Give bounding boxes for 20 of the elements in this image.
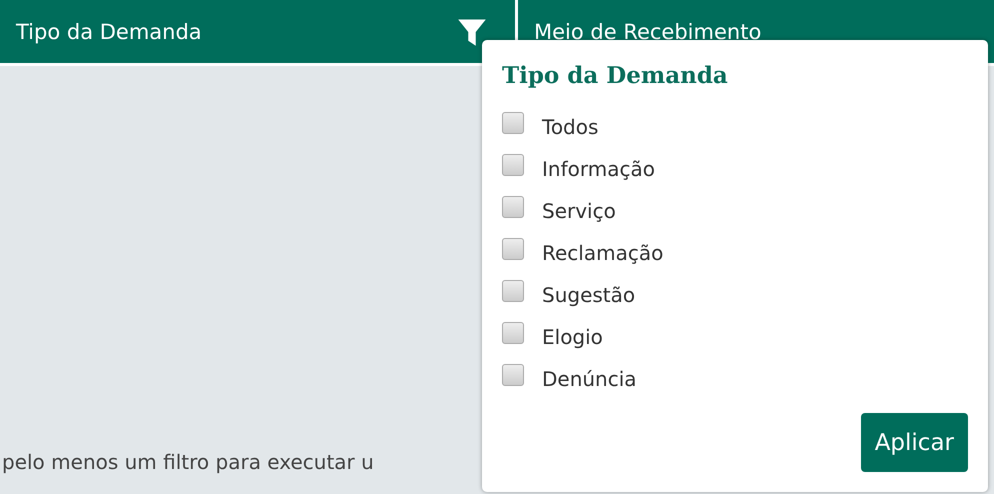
option-label: Serviço xyxy=(542,198,616,222)
checkbox[interactable] xyxy=(502,196,524,218)
checkbox[interactable] xyxy=(502,280,524,302)
column-header: Meio de Recebimento xyxy=(534,20,762,44)
popup-title: Tipo da Demanda xyxy=(502,62,729,89)
filter-icon[interactable] xyxy=(457,16,487,46)
option-label: Sugestão xyxy=(542,282,636,306)
option-label: Elogio xyxy=(542,324,603,348)
checkbox[interactable] xyxy=(502,364,524,386)
checkbox[interactable] xyxy=(502,112,524,134)
checkbox[interactable] xyxy=(502,154,524,176)
apply-button[interactable]: Aplicar xyxy=(860,413,968,472)
option-label: Denúncia xyxy=(542,366,637,390)
column-header: Tipo da Demanda xyxy=(16,20,202,44)
message-text: pelo menos um filtro para executar u xyxy=(1,450,374,474)
option-label: Reclamação xyxy=(542,240,664,264)
option-label: Todos xyxy=(542,114,598,138)
checkbox[interactable] xyxy=(502,238,524,260)
checkbox[interactable] xyxy=(502,322,524,344)
option-label: Informação xyxy=(542,156,655,180)
